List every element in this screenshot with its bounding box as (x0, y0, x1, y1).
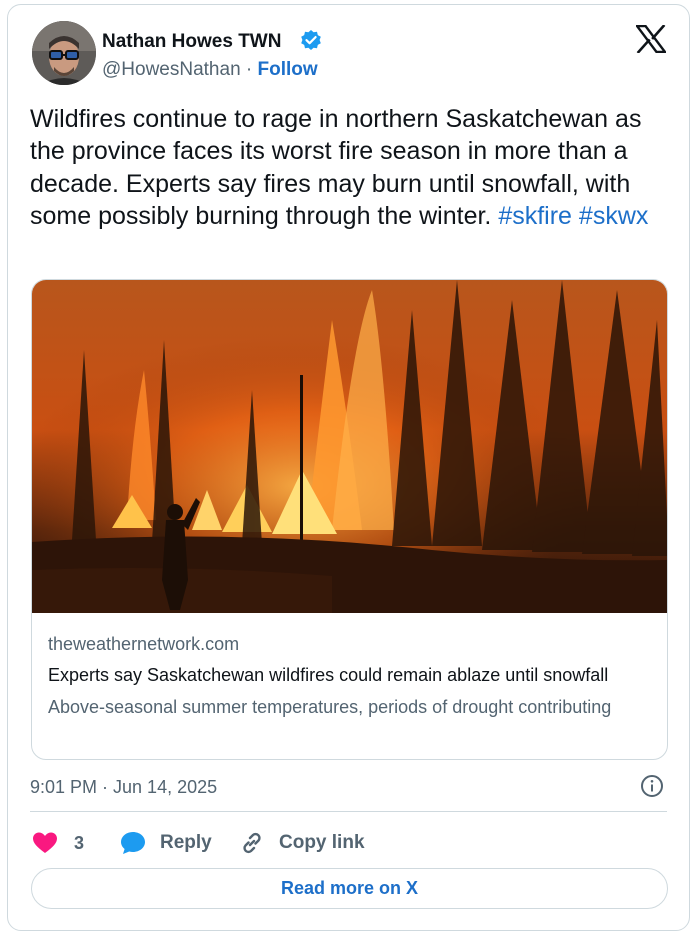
like-button[interactable]: 3 (32, 828, 84, 858)
author-name[interactable]: Nathan Howes TWN (102, 31, 281, 53)
verified-badge-icon (301, 30, 321, 50)
hashtag-link[interactable]: #skwx (579, 202, 648, 230)
copy-link-button[interactable]: Copy link (239, 828, 365, 858)
read-more-button[interactable]: Read more on X (31, 868, 668, 909)
copy-link-label: Copy link (279, 832, 365, 853)
hashtag-link[interactable]: #skfire (498, 202, 572, 230)
heart-icon (33, 832, 57, 853)
link-title[interactable]: Experts say Saskatchewan wildfires could… (48, 665, 648, 686)
tweet-timestamp[interactable]: 9:01 PM · Jun 14, 2025 (30, 777, 217, 798)
wildfire-photo-image[interactable] (32, 280, 668, 613)
link-description: Above-seasonal summer temperatures, peri… (48, 697, 612, 717)
tweet-embed-card: Nathan Howes TWN @HowesNathan · Follow W… (7, 4, 690, 931)
author-avatar[interactable] (32, 21, 96, 85)
author-handle-row: @HowesNathan · Follow (102, 59, 318, 81)
author-handle[interactable]: @HowesNathan (102, 59, 241, 80)
link-icon (243, 832, 261, 854)
divider (30, 811, 667, 812)
link-domain: theweathernetwork.com (48, 634, 240, 654)
reply-label: Reply (160, 832, 212, 853)
reply-bubble-icon (121, 832, 145, 854)
handle-separator: · (245, 59, 253, 80)
info-icon[interactable] (640, 774, 664, 798)
like-count: 3 (74, 832, 85, 853)
follow-button[interactable]: Follow (258, 59, 318, 80)
avatar-image (32, 21, 96, 85)
reply-button[interactable]: Reply (120, 828, 212, 858)
link-preview-card[interactable]: theweathernetwork.com Experts say Saskat… (31, 279, 668, 760)
tweet-text: Wildfires continue to rage in northern S… (30, 103, 670, 233)
x-logo-icon[interactable] (636, 25, 666, 53)
